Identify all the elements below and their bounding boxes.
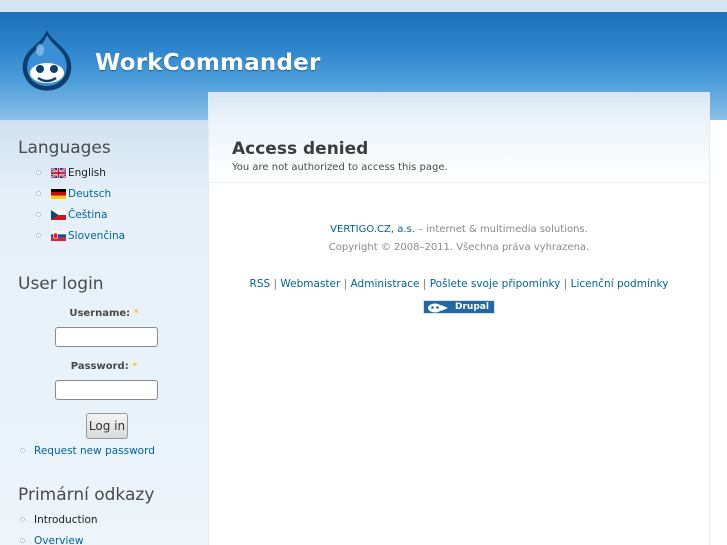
german-flag-icon (51, 189, 66, 199)
top-strip (0, 0, 727, 12)
language-label: Čeština (68, 209, 108, 221)
main-content (208, 92, 710, 545)
required-marker: * (132, 361, 138, 372)
footer-separator: | (560, 278, 571, 290)
password-label: Password: * (0, 361, 208, 372)
company-link[interactable]: VERTIGO.CZ, a.s. (330, 224, 415, 235)
footer-link-rss[interactable]: RSS (250, 278, 271, 290)
language-label: Slovenčina (68, 230, 126, 242)
username-label: Username: * (0, 308, 208, 319)
access-denied-message: You are not authorized to access this pa… (232, 162, 448, 173)
footer-link-administrace[interactable]: Administrace (351, 278, 420, 290)
primary-link-label: Overview (34, 535, 84, 545)
drupal-drop-icon[interactable] (20, 28, 74, 92)
footer-links: RSS | Webmaster | Administrace | Pošlete… (209, 278, 709, 290)
footer-link-license[interactable]: Licenční podmínky (571, 278, 669, 290)
primary-links-title: Primární odkazy (18, 485, 155, 505)
language-label: Deutsch (68, 188, 112, 200)
username-label-text: Username: (69, 308, 131, 319)
drupal-badge-text: Drupal (455, 302, 489, 312)
footer-separator: | (270, 278, 281, 290)
czech-flag-icon (51, 210, 66, 220)
language-label: English (68, 167, 106, 179)
content-divider (209, 182, 709, 183)
login-button[interactable]: Log in (86, 413, 128, 439)
username-input[interactable] (55, 327, 158, 347)
company-tagline: – internet & multimedia solutions. (414, 224, 588, 235)
password-label-text: Password: (70, 361, 129, 372)
drupal-drop-icon (428, 303, 448, 313)
uk-flag-icon (51, 168, 66, 178)
bullet-icon (36, 170, 41, 175)
password-input[interactable] (55, 380, 158, 400)
bullet-icon (20, 448, 25, 453)
footer-company-line: VERTIGO.CZ, a.s. – internet & multimedia… (209, 224, 709, 235)
request-password-link[interactable]: Request new password (34, 443, 155, 459)
footer-separator: | (419, 278, 430, 290)
bullet-icon (20, 517, 25, 522)
site-name-link[interactable]: WorkCommander (95, 50, 321, 76)
bullet-icon (20, 538, 25, 543)
left-sidebar: Languages English Deutsch Čeština Sloven… (0, 120, 208, 545)
languages-title: Languages (18, 138, 111, 158)
primary-link-label: Introduction (34, 514, 98, 526)
footer-link-webmaster[interactable]: Webmaster (280, 278, 340, 290)
bullet-icon (36, 191, 41, 196)
required-marker: * (133, 308, 139, 319)
footer-link-feedback[interactable]: Pošlete svoje připomínky (430, 278, 561, 290)
footer-copyright: Copyright © 2008–2011. Všechna práva vyh… (328, 242, 590, 253)
page-title: Access denied (232, 139, 369, 159)
footer-separator: | (340, 278, 351, 290)
powered-by-drupal-badge[interactable]: Drupal (423, 300, 495, 314)
user-login-title: User login (18, 274, 104, 294)
bullet-icon (36, 233, 41, 238)
slovak-flag-icon (51, 231, 66, 241)
bullet-icon (36, 212, 41, 217)
